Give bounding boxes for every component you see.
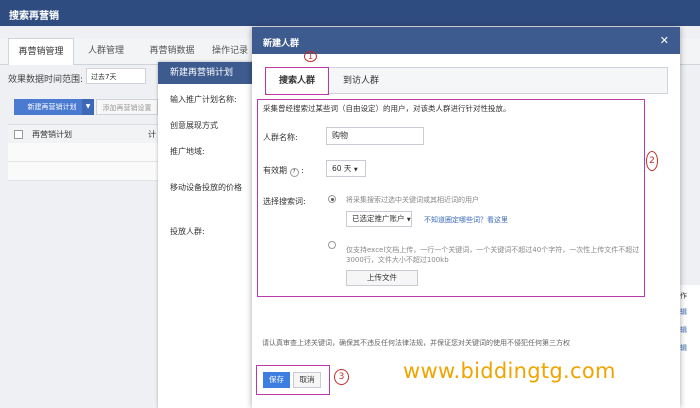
close-icon[interactable]: ✕ — [660, 34, 669, 47]
new-plan-button[interactable]: 新建再营销计划 — [14, 99, 90, 115]
tab-operation-log[interactable]: 操作记录 — [206, 38, 254, 64]
audience-name-input[interactable]: 购物 — [326, 127, 424, 145]
app-title: 搜索再营销 — [9, 11, 59, 22]
table-row — [8, 162, 168, 181]
validity-label: 有效期 ? : — [263, 166, 304, 177]
option1-text: 将采集搜索过选中关键词或其相近词的用户 — [346, 196, 479, 204]
highlight-box-tab — [265, 67, 329, 95]
compliance-note: 请认真审查上述关键词，确保其不违反任何法律法规，并保证您对关键词的使用不侵犯任何… — [262, 339, 570, 347]
tab-audience-management[interactable]: 人群管理 — [74, 38, 138, 64]
column-header-2: 计 — [148, 130, 156, 139]
app-header: 搜索再营销 — [0, 0, 700, 26]
upload-file-button[interactable]: 上传文件 — [346, 270, 418, 286]
tab-visit-audience[interactable]: 到访人群 — [330, 68, 392, 94]
keyword-option-select-radio[interactable] — [328, 195, 336, 203]
creative-display-label: 创意展现方式 — [170, 121, 218, 130]
keyword-help-link[interactable]: 不知道圈定哪些词？看这里 — [424, 215, 508, 225]
help-icon[interactable]: ? — [289, 168, 299, 177]
chevron-down-icon: ▼ — [353, 167, 358, 173]
tab-remarketing-data[interactable]: 再营销数据 — [140, 38, 204, 64]
date-range-select[interactable]: 过去7天 — [86, 68, 146, 84]
select-all-checkbox[interactable] — [14, 130, 23, 139]
date-range-label: 效果数据时间范围: — [8, 75, 84, 85]
annotation-3: 3 — [334, 369, 349, 385]
save-button[interactable]: 保存 — [263, 372, 290, 388]
audience-label: 投放人群: — [170, 227, 205, 236]
description-text: 采集曾经搜索过某些词（自由设定）的用户，对该类人群进行针对性投放。 — [263, 104, 511, 113]
chevron-down-icon[interactable]: ▼ — [82, 99, 94, 115]
add-setting-button[interactable]: 添加再营销设置 — [96, 99, 158, 115]
new-audience-modal: 新建人群 ✕ 1 搜索人群 到访人群 2 采集曾经搜索过某些词（自由设定）的用户… — [252, 27, 680, 408]
cancel-button[interactable]: 取消 — [293, 372, 321, 388]
table-row — [8, 143, 168, 162]
modal-header: 新建人群 ✕ — [252, 27, 680, 54]
plan-name-label: 输入推广计划名称: — [170, 95, 237, 104]
annotation-2: 2 — [646, 151, 658, 171]
tab-remarketing-management[interactable]: 再营销管理 — [8, 38, 74, 65]
watermark-text: www.biddingtg.com — [403, 359, 616, 383]
validity-select[interactable]: 60 天 ▼ — [326, 160, 366, 177]
column-header-plan: 再营销计划 — [32, 130, 72, 139]
mobile-price-label: 移动设备投放的价格 — [170, 183, 242, 192]
table-header: 再营销计划 计 — [8, 124, 168, 144]
audience-name-label: 人群名称: — [263, 133, 298, 142]
keyword-source-select[interactable]: 已选定推广账户 ▼ — [346, 211, 412, 227]
keyword-option-upload-radio[interactable] — [328, 241, 336, 249]
chevron-down-icon: ▼ — [406, 217, 411, 223]
region-label: 推广地域: — [170, 147, 205, 156]
annotation-1: 1 — [304, 51, 317, 62]
option2-text: 仅支持excel文档上传，一行一个关键词，一个关键词不超过40个字符，一次性上传… — [346, 246, 640, 264]
modal-title: 新建人群 — [263, 39, 300, 49]
keywords-label: 选择搜索词: — [263, 197, 306, 206]
